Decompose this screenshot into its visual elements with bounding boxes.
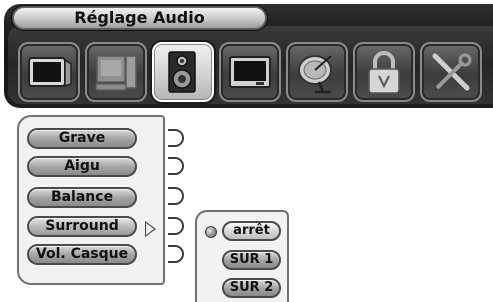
speaker-icon (168, 51, 196, 93)
menu-item-surround[interactable]: Surround (27, 216, 137, 237)
menu-item-balance[interactable]: Balance (27, 187, 137, 208)
page-title: Réglage Audio (12, 6, 267, 30)
menu-item-grave[interactable]: Grave (27, 128, 137, 149)
tools-icon (432, 53, 472, 91)
computer-icon-button[interactable] (85, 42, 147, 102)
menu-item-aigu[interactable]: Aigu (27, 156, 137, 177)
padlock-icon-button[interactable] (353, 42, 415, 102)
option-sur-2[interactable]: SUR 2 (222, 278, 281, 298)
menu-item-vol-casque[interactable]: Vol. Casque (27, 244, 137, 265)
selected-radio-icon (205, 226, 217, 238)
speaker-icon-button[interactable] (152, 42, 214, 102)
value-tab-balance (168, 187, 184, 205)
screen-icon-button[interactable] (219, 42, 281, 102)
option-arret[interactable]: arrêt (222, 221, 281, 241)
computer-icon (95, 55, 137, 91)
padlock-icon (368, 51, 400, 94)
value-tab-vol-casque (168, 245, 184, 263)
tools-icon-button[interactable] (420, 42, 482, 102)
screen-icon (229, 56, 271, 88)
tv-icon (28, 57, 72, 88)
value-tab-aigu (168, 157, 184, 175)
submenu-arrow-icon (145, 221, 156, 237)
value-tab-surround (168, 217, 184, 235)
satellite-dish-icon-button[interactable] (286, 42, 348, 102)
option-sur-1[interactable]: SUR 1 (222, 250, 281, 270)
tv-icon-button[interactable] (18, 42, 80, 102)
satellite-dish-icon (298, 55, 332, 94)
value-tab-grave (168, 129, 184, 147)
top-bar: Réglage Audio (4, 4, 493, 108)
